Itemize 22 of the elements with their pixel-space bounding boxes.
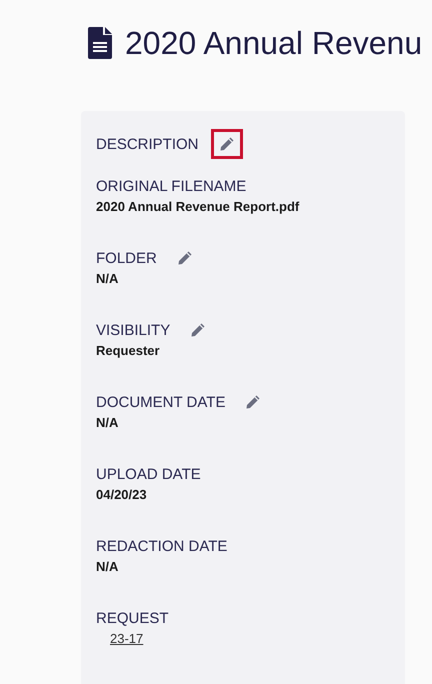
field-label: DESCRIPTION [96,136,199,152]
page-title: 2020 Annual Revenu [125,27,422,59]
document-icon [88,27,112,59]
field-value: Requester [96,342,160,360]
field-value: 2020 Annual Revenue Report.pdf [96,198,300,216]
field-label: UPLOAD DATE [96,466,201,482]
pencil-icon [245,394,262,410]
field-label: ORIGINAL FILENAME [96,178,246,194]
field-label: VISIBILITY [96,322,170,338]
field-value: N/A [96,270,118,288]
field-value: N/A [96,558,118,576]
field-value: N/A [96,414,118,432]
request-link[interactable]: 23-17 [110,629,144,649]
field-label: REQUEST [96,610,169,626]
field-value: 04/20/23 [96,486,147,504]
pencil-icon [176,250,193,266]
field-label: REDACTION DATE [96,538,228,554]
field-label: FOLDER [96,250,157,266]
pencil-icon [218,136,235,152]
pencil-icon [190,322,206,338]
field-label: DOCUMENT DATE [96,394,226,410]
edit-button[interactable] [210,129,243,159]
